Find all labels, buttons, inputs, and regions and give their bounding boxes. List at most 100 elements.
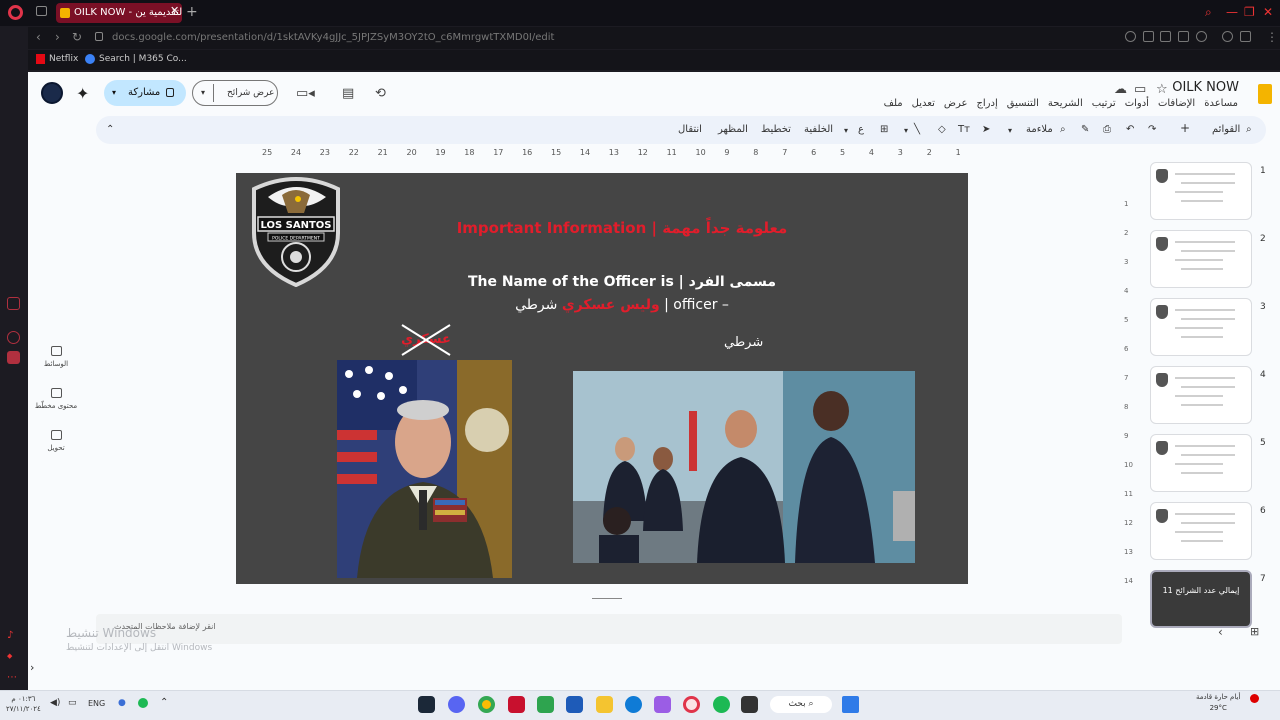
slide-thumbnail[interactable] [1150,502,1252,560]
menu-file[interactable]: ملف [884,98,903,109]
move-folder-icon[interactable]: ▭ [1134,82,1146,97]
police-label[interactable]: شرطي [724,335,763,350]
slide-thumbnail[interactable] [1150,298,1252,356]
theme-button[interactable]: المظهر [718,124,748,135]
zoom-dropdown-icon[interactable]: ▾ [1008,126,1012,135]
police-officers-photo[interactable] [573,371,915,563]
officer-role-line[interactable]: وليس عسكري شرطي | officer – [236,297,968,313]
zoom-icon[interactable]: ⌕ [1060,124,1066,135]
text-box-icon[interactable]: Tт [958,124,970,135]
menu-view[interactable]: عرض [944,98,968,109]
bookmark-page-icon[interactable] [1143,31,1154,42]
slide-thumbnail[interactable] [1150,162,1252,220]
file-explorer-icon[interactable] [596,696,613,713]
gemini-icon[interactable]: ✦ [76,84,89,103]
speaker-notes-field[interactable]: انقر لإضافة ملاحظات المتحدث [96,614,1122,644]
copilot-icon[interactable] [654,696,671,713]
menu-format[interactable]: التنسيق [1007,98,1039,109]
notification-badge[interactable] [1250,694,1259,703]
slide-thumbnail[interactable] [1150,230,1252,288]
search-icon[interactable]: ⌕ [1205,5,1212,20]
comments-icon[interactable]: ▤ [342,86,354,101]
opera-logo-icon[interactable] [8,5,23,20]
slideshow-button[interactable]: ▾ عرض شرائح [192,80,278,106]
reload-icon[interactable]: ↻ [72,30,82,44]
more-dropdown-icon[interactable]: ▾ [844,126,848,135]
opera-taskbar-icon[interactable] [683,696,700,713]
military-officer-photo[interactable] [337,360,512,578]
sidebar-ai-icon[interactable] [7,297,20,310]
menu-help[interactable]: مساعدة [1204,98,1238,109]
store-icon[interactable] [566,696,583,713]
snapshot-icon[interactable] [1160,31,1171,42]
lock-icon[interactable] [95,32,103,41]
taskbar-search[interactable]: بحث ⌕ [770,696,832,713]
android-app-icon[interactable] [537,696,554,713]
slide-thumbnail[interactable] [1150,366,1252,424]
crossed-out-label[interactable]: عسكري [398,323,454,357]
spotify-tray-icon[interactable] [138,698,148,708]
chrome-icon[interactable] [478,696,495,713]
play-icon[interactable] [1178,31,1189,42]
undo-icon[interactable]: ↶ [1126,124,1134,135]
expand-side-panel-icon[interactable]: › [30,661,34,674]
slide-canvas[interactable]: LOS SANTOS POLICE DEPARTMENT Important I… [236,173,968,584]
redo-icon[interactable]: ↷ [1148,124,1156,135]
menu-icon[interactable]: ⋮ [1266,30,1278,44]
url-field[interactable]: docs.google.com/presentation/d/1sktAVKy4… [112,32,554,43]
line-icon[interactable]: ╲ [914,124,920,135]
close-window-icon[interactable]: ✕ [1263,5,1273,19]
tray-overflow-icon[interactable]: ⌃ [160,697,168,708]
sidebar-tiktok-icon[interactable]: ◆ [7,652,20,665]
image-insert-icon[interactable]: ⊞ [880,124,888,135]
new-slide-icon[interactable]: + [1180,121,1190,135]
sidebar-music-icon[interactable]: ♪ [7,630,20,643]
language-indicator[interactable]: ENG [88,699,105,708]
clock[interactable]: ٠١:٣٦ م ٢٧/١١/٢٠٢٤ [6,694,41,714]
media-panel-button[interactable]: الوسائط [34,346,78,368]
document-title[interactable]: OILK NOW [1172,80,1239,95]
comment-add-icon[interactable]: ع [858,124,864,135]
menu-tools[interactable]: أدوات [1125,98,1149,109]
terminal-icon[interactable] [741,696,758,713]
steam-icon[interactable] [418,696,435,713]
maximize-icon[interactable]: ❐ [1244,5,1255,19]
share-dropdown-icon[interactable]: ▾ [112,80,116,106]
avatar[interactable] [41,82,63,104]
search-menus-icon[interactable]: ⌕ [1246,124,1252,135]
tab-islands-icon[interactable] [36,6,47,16]
version-history-icon[interactable]: ⟲ [375,86,386,101]
share-button[interactable]: ▾ مشاركة [104,80,186,106]
volume-icon[interactable]: ◀) [50,698,60,708]
slideshow-dropdown-icon[interactable]: ▾ [201,81,205,105]
heart-icon[interactable] [1196,31,1207,42]
slide-title[interactable]: Important Information | معلومة جداً مهمة [236,219,968,237]
shape-icon[interactable]: ◇ [938,124,946,135]
star-icon[interactable]: ☆ [1156,82,1168,97]
grid-view-icon[interactable]: ⊞ [1250,625,1259,638]
menu-insert[interactable]: إدراج [976,98,997,109]
cloud-status-icon[interactable]: ☁ [1114,82,1127,97]
zoom-fit-select[interactable]: ملاءمة [1026,124,1053,135]
officer-name-heading[interactable]: The Name of the Officer is | مسمى الفرد [236,274,968,290]
weather-widget[interactable]: أيام حارة قادمة 29°C [1196,692,1240,714]
paint-format-icon[interactable]: ✎ [1081,124,1089,135]
network-icon[interactable]: ▭ [68,698,77,708]
edge-icon[interactable] [625,696,642,713]
video-call-icon[interactable]: ▭◂ [296,86,315,101]
windows-start-icon[interactable] [842,696,859,713]
bookmark-netflix[interactable]: Netflix [49,54,78,64]
discord-icon[interactable] [448,696,465,713]
collapse-toolbar-icon[interactable]: ⌃ [106,124,114,135]
minimize-icon[interactable]: — [1226,5,1238,19]
resize-handle[interactable] [592,598,622,599]
bookmark-m365[interactable]: Search | M365 Co... [99,54,187,64]
menu-arrange[interactable]: ترتيب [1092,98,1116,109]
select-tool-icon[interactable]: ➤ [982,124,990,135]
vpn-icon[interactable] [1125,31,1136,42]
slides-logo-icon[interactable] [1258,84,1272,104]
sidebar-messenger-icon[interactable] [7,331,20,344]
menu-slide[interactable]: الشريحة [1048,98,1083,109]
layout-button[interactable]: تخطيط [761,124,791,135]
menu-edit[interactable]: تعديل [912,98,935,109]
